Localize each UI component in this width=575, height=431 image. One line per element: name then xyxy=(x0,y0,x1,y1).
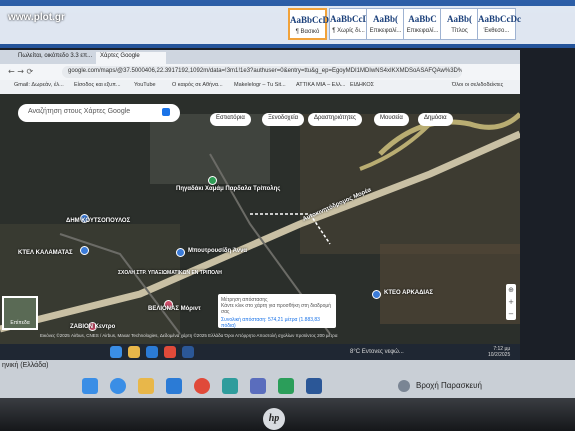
style-name: ¶ Βασικό xyxy=(295,29,320,35)
photo-of-laptop-screen: AaBbCcDc ¶ Βασικό AaBbCcDc ¶ Χωρίς δι...… xyxy=(0,0,575,431)
place-label[interactable]: ΔΗΜ ΚΟΥΤΣΟΠΟΥΛΟΣ xyxy=(66,218,130,224)
bookmark-youtube[interactable]: YouTube xyxy=(134,82,156,88)
back-forward-icons[interactable]: ← → ⟳ xyxy=(8,67,33,76)
inner-weather[interactable]: 8°C Εντονες νεφώ... xyxy=(350,349,404,355)
tab-plot-listing[interactable]: Πωλείται, οικόπεδο 3.3 επ... xyxy=(14,52,94,64)
word-icon[interactable] xyxy=(182,346,194,358)
style-sample: AaBbCcDc xyxy=(478,14,521,24)
bookmark-makeleio[interactable]: Makelelogr – Tu Sit... xyxy=(234,82,286,88)
style-emphasis[interactable]: AaBbCcDc Έκθεσο... xyxy=(477,8,521,40)
popup-hint: Κάντε κλικ στο χάρτη για προσθήκη στη δι… xyxy=(221,303,332,315)
edge-icon[interactable] xyxy=(110,346,122,358)
bookmark-all[interactable]: Όλοι οι σελιδοδείκτες xyxy=(452,82,503,88)
calculator-icon[interactable] xyxy=(250,378,266,394)
edge-icon[interactable] xyxy=(110,378,126,394)
place-pin-icon[interactable] xyxy=(372,290,381,299)
place-label[interactable]: ΒΕΛΙΟΝΑΣ Μόριντ xyxy=(148,306,201,312)
style-heading1[interactable]: AaBb( Επικεφαλί... xyxy=(366,8,405,40)
popup-total: Συνολική απόσταση: 574,21 μέτρα (1.883,8… xyxy=(221,317,320,329)
style-sample: AaBbC xyxy=(408,14,437,24)
start-icon[interactable] xyxy=(82,378,98,394)
watermark: www.plot.gr xyxy=(8,12,65,23)
style-no-spacing[interactable]: AaBbCcDc ¶ Χωρίς δι... xyxy=(329,8,373,40)
place-label[interactable]: ΚΤΕΛ ΚΑΛΑΜΑΤΑΣ xyxy=(18,250,73,256)
bookmark-gmail[interactable]: Gmail: Δωρεάν, έλ... xyxy=(14,82,64,88)
place-label[interactable]: ΚΤΕΟ ΑΡΚΑΔΙΑΣ xyxy=(384,290,433,296)
chip-public[interactable]: Δημόσια xyxy=(418,113,453,126)
url-input[interactable]: google.com/maps/@37.5000406,22.3917192,1… xyxy=(62,66,462,78)
outer-weather[interactable]: Βροχή Παρασκευή xyxy=(416,381,482,390)
bookmark-login[interactable]: Είσοδος και εξυπ... xyxy=(74,82,121,88)
bookmark-attika[interactable]: ΑΤΤΙΚΑ ΜΙΑ – Ελλ... xyxy=(296,82,345,88)
style-sample: AaBb( xyxy=(446,14,472,24)
chip-museums[interactable]: Μουσεία xyxy=(374,113,409,126)
bookmark-eidikos[interactable]: ΕΙΔΗΚΟΣ xyxy=(350,82,374,88)
style-normal[interactable]: AaBbCcDc ¶ Βασικό xyxy=(288,8,333,40)
chip-restaurants[interactable]: Εστιατόρια xyxy=(210,113,251,126)
map-attribution: Εικόνες ©2025 Airbus, CNES / Airbus, Max… xyxy=(40,333,338,338)
language-indicator: ηνική (Ελλάδα) xyxy=(2,362,49,369)
chrome-icon[interactable] xyxy=(164,346,176,358)
style-sample: AaBbCcDc xyxy=(290,15,333,25)
zoom-controls[interactable]: ⊕ + − xyxy=(506,284,516,320)
place-label[interactable]: ΖΑΒΙΟΝ Κεντρο xyxy=(70,324,115,330)
style-name: Επικεφαλί... xyxy=(369,28,402,34)
inner-date: 10/2/2025 xyxy=(488,352,511,358)
style-name: Έκθεσο... xyxy=(483,28,510,34)
word-icon[interactable] xyxy=(306,378,322,394)
map-search-input[interactable]: Αναζήτηση στους Χάρτες Google xyxy=(18,104,180,122)
style-name: Επικεφαλί... xyxy=(406,28,439,34)
laptop-bezel xyxy=(0,398,575,431)
outlook-icon[interactable] xyxy=(146,346,158,358)
folder-icon[interactable] xyxy=(138,378,154,394)
inner-taskbar xyxy=(0,344,520,360)
tab-google-maps[interactable]: Χάρτες Google xyxy=(96,52,166,64)
rain-cloud-icon xyxy=(398,380,410,392)
style-title[interactable]: AaBb( Τίτλος xyxy=(440,8,479,40)
inner-clock: 7:12 μμ 10/2/2025 xyxy=(488,346,510,358)
bookmark-weather[interactable]: Ο καιρός σε Αθήνα... xyxy=(172,82,223,88)
outlook-icon[interactable] xyxy=(166,378,182,394)
place-pin-icon[interactable] xyxy=(80,246,89,255)
style-sample: AaBbCcDc xyxy=(330,14,373,24)
chrome-icon[interactable] xyxy=(194,378,210,394)
place-pin-icon[interactable] xyxy=(176,248,185,257)
excel-icon[interactable] xyxy=(278,378,294,394)
chip-hotels[interactable]: Ξενοδοχεία xyxy=(262,113,305,126)
style-heading2[interactable]: AaBbC Επικεφαλί... xyxy=(403,8,442,40)
folder-icon[interactable] xyxy=(128,346,140,358)
distance-popup: Μέτρηση απόστασης Κάντε κλικ στο χάρτη γ… xyxy=(218,294,336,329)
app-icon[interactable] xyxy=(222,378,238,394)
style-name: Τίτλος xyxy=(451,28,468,34)
place-label[interactable]: Πηγαδάκι Χαμάμ Παρδαλα Τρίπολης xyxy=(176,186,280,192)
place-pin-icon[interactable] xyxy=(208,176,217,185)
chip-activities[interactable]: Δραστηριότητες xyxy=(308,113,362,126)
style-name: ¶ Χωρίς δι... xyxy=(332,28,365,34)
style-sample: AaBb( xyxy=(372,14,398,24)
hp-logo: hp xyxy=(263,408,285,430)
place-label[interactable]: ΣΧΟΛΗ ΣΤΡ. ΥΠΑΞΙΩΜΑΤΙΚΩΝ ΕΝ ΤΡΙΠΟΛΗ xyxy=(118,270,222,276)
place-label[interactable]: Μπουτρουσίδη Άννα xyxy=(188,248,247,254)
layers-button[interactable]: Επίπεδα xyxy=(2,296,38,330)
directions-icon[interactable] xyxy=(162,108,170,116)
